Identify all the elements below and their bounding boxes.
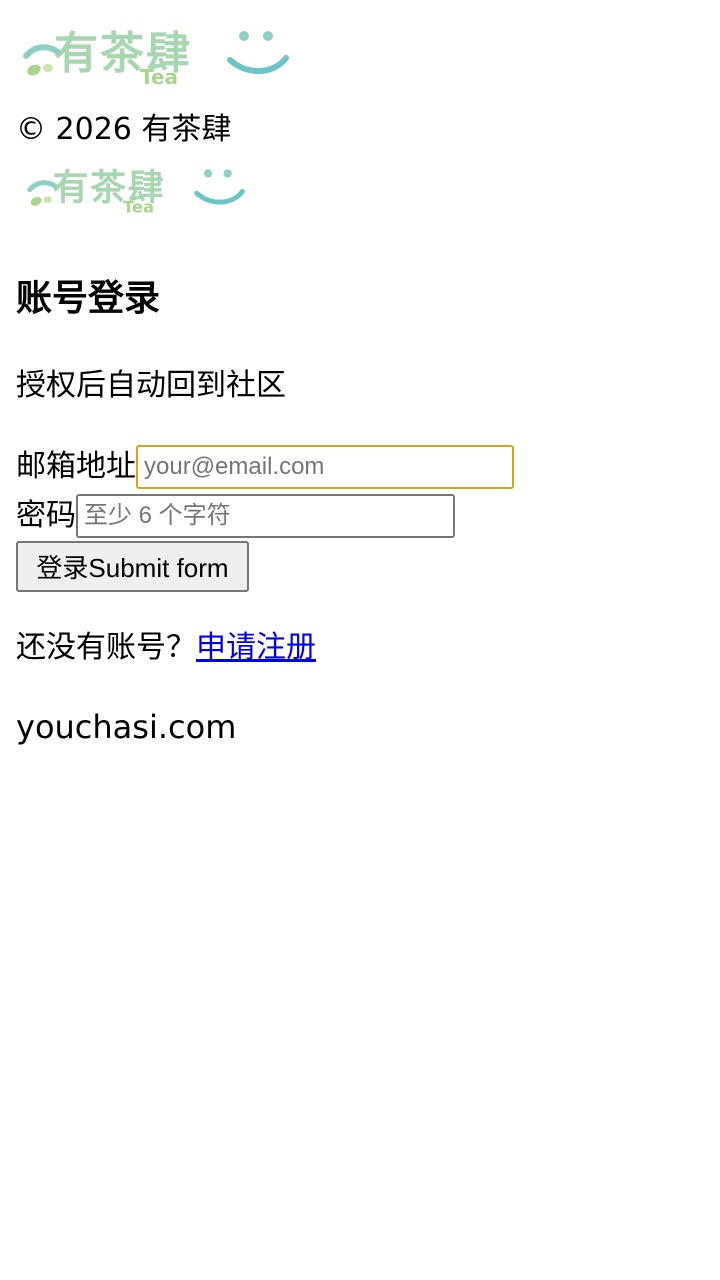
page-subtitle: 授权后自动回到社区 xyxy=(16,368,286,403)
email-label: 邮箱地址 xyxy=(16,449,136,484)
password-label: 密码 xyxy=(16,498,76,533)
login-logo-sub: Tea xyxy=(123,198,154,216)
register-link[interactable]: 申请注册 xyxy=(196,630,316,665)
copyright-text: © 2026 有茶肆 xyxy=(16,112,232,147)
brand-logo: 有茶肆 Tea xyxy=(23,28,289,88)
site-domain: youchasi.com xyxy=(16,708,237,746)
password-field[interactable] xyxy=(76,494,455,538)
email-row: 邮箱地址 xyxy=(16,445,514,489)
password-row: 密码 xyxy=(16,494,455,538)
register-prompt-text: 还没有账号？ xyxy=(16,630,196,665)
register-prompt: 还没有账号？申请注册 xyxy=(16,628,316,668)
email-field[interactable] xyxy=(136,445,514,489)
login-logo: 有茶肆 Tea xyxy=(27,168,245,216)
page-title: 账号登录 xyxy=(16,278,161,319)
login-submit-button[interactable]: 登录Submit form xyxy=(16,541,249,592)
brand-logo-sub: Tea xyxy=(140,65,178,88)
brand-logo-smile xyxy=(227,31,289,75)
login-logo-smile xyxy=(194,169,245,205)
